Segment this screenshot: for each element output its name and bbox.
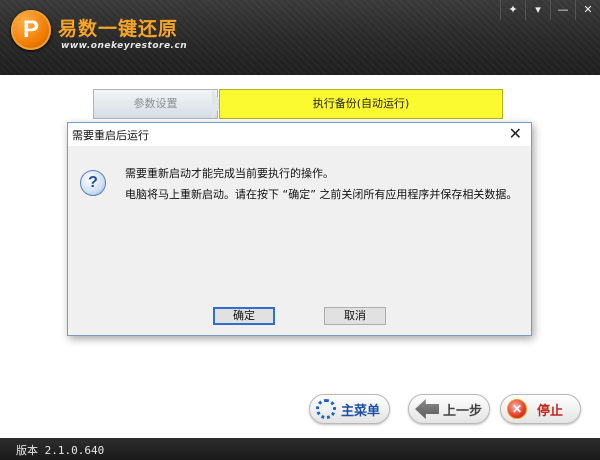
stop-icon: ✕: [507, 399, 527, 419]
cancel-button[interactable]: 取消: [324, 307, 386, 325]
app-url: www.onekeyrestore.cn: [61, 41, 188, 51]
previous-step-button[interactable]: 上一步: [408, 394, 490, 424]
dialog-titlebar: 需要重启后运行 ✕: [68, 123, 531, 146]
step-execute-backup: 执行备份(自动运行): [219, 89, 503, 119]
main-menu-button[interactable]: 主菜单: [309, 394, 390, 424]
app-logo: P: [11, 10, 51, 50]
logo-letter: P: [22, 16, 39, 43]
app-header: P 易数一键还原 www.onekeyrestore.cn ✦ ▾ — ✕: [0, 0, 600, 75]
app-title: 易数一键还原: [58, 18, 179, 40]
question-icon: ?: [80, 170, 106, 196]
dialog-title: 需要重启后运行: [72, 129, 149, 142]
status-bar: 版本 2.1.0.640: [0, 438, 600, 460]
step-parameter-settings: 参数设置: [93, 89, 218, 119]
close-icon[interactable]: ✕: [575, 0, 600, 20]
wizard-steps: 参数设置 执行备份(自动运行): [93, 89, 503, 119]
stop-label: 停止: [537, 404, 564, 419]
version-text: 版本 2.1.0.640: [16, 444, 105, 457]
minimize-icon[interactable]: —: [550, 0, 575, 20]
restart-dialog: 需要重启后运行 ✕ ? 需要重新启动才能完成当前要执行的操作。 电脑将马上重新启…: [67, 122, 532, 336]
ok-button[interactable]: 确定: [213, 307, 275, 325]
menu-ring-icon: [316, 399, 336, 419]
back-arrow-icon: [415, 399, 439, 419]
dialog-close-icon[interactable]: ✕: [509, 124, 522, 143]
pin-icon[interactable]: ✦: [500, 0, 525, 20]
dialog-message-line2: 电脑将马上重新启动。请在按下 “确定” 之前关闭所有应用程序并保存相关数据。: [125, 188, 518, 201]
window-controls: ✦ ▾ — ✕: [500, 0, 600, 20]
stop-button[interactable]: ✕ 停止: [500, 394, 581, 424]
main-menu-label: 主菜单: [341, 404, 381, 419]
dialog-message-line1: 需要重新启动才能完成当前要执行的操作。: [125, 167, 334, 180]
menu-dropdown-icon[interactable]: ▾: [525, 0, 550, 20]
previous-step-label: 上一步: [443, 404, 483, 419]
